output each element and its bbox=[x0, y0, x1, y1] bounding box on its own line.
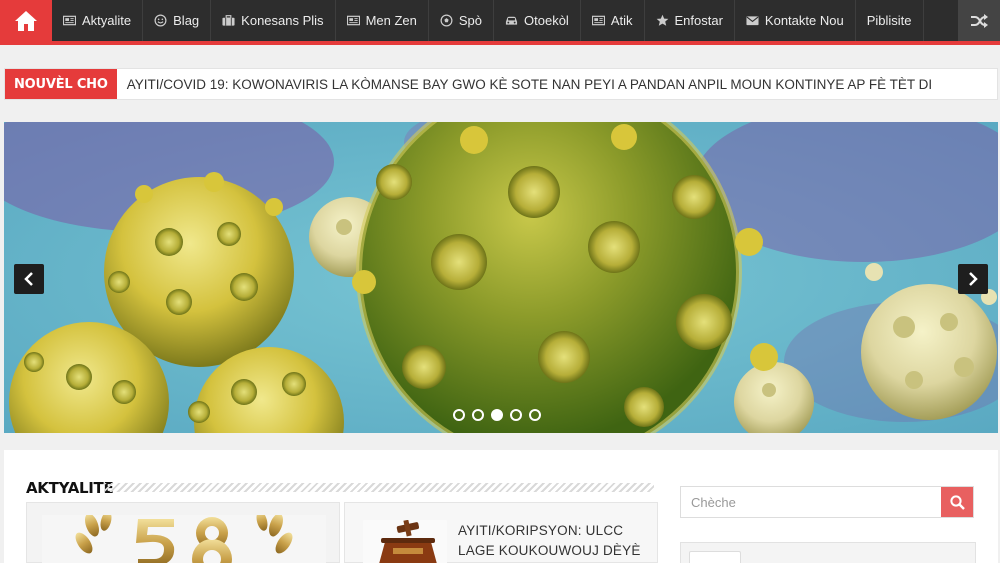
search-button[interactable] bbox=[941, 487, 973, 517]
slider-dot[interactable] bbox=[453, 409, 465, 421]
slider-dot[interactable] bbox=[529, 409, 541, 421]
section-title-divider bbox=[104, 483, 654, 492]
newspaper-icon bbox=[346, 14, 360, 27]
article-list-item[interactable]: AYITI/KORIPSYON: ULCC LAGE KOUKOUWOUJ DÈ… bbox=[344, 502, 658, 563]
slide-image[interactable] bbox=[4, 122, 998, 433]
nav-item-konesans-plis[interactable]: Konesans Plis bbox=[211, 0, 336, 41]
sidebar-widget-tab[interactable] bbox=[689, 551, 741, 563]
slider-dot-active[interactable] bbox=[491, 409, 503, 421]
search-input[interactable] bbox=[681, 487, 941, 517]
breaking-news-label: NOUVÈL CHO bbox=[5, 69, 117, 99]
nav-label: Spò bbox=[458, 13, 483, 28]
slider-dot[interactable] bbox=[510, 409, 522, 421]
main-navigation: Aktyalite Blag Konesans Plis Men Zen Spò… bbox=[0, 0, 1000, 45]
article-title[interactable]: AYITI/KORIPSYON: ULCC LAGE KOUKOUWOUJ DÈ… bbox=[458, 521, 648, 563]
chevron-left-icon bbox=[24, 272, 33, 286]
nav-label: Blag bbox=[173, 13, 200, 28]
slider-dot[interactable] bbox=[472, 409, 484, 421]
nav-item-piblisite[interactable]: Piblisite bbox=[856, 0, 924, 41]
nav-item-men-zen[interactable]: Men Zen bbox=[336, 0, 429, 41]
section-title: AKTYALITE bbox=[26, 479, 114, 497]
search-icon bbox=[949, 494, 965, 510]
nav-item-otoekol[interactable]: Otoekòl bbox=[494, 0, 581, 41]
random-article-button[interactable] bbox=[958, 0, 1000, 41]
nav-item-blag[interactable]: Blag bbox=[143, 0, 212, 41]
star-icon bbox=[656, 14, 669, 27]
nav-item-atik[interactable]: Atik bbox=[581, 0, 645, 41]
nav-item-kontakte-nou[interactable]: Kontakte Nou bbox=[735, 0, 856, 41]
main-content: AKTYALITE AYITI/KORIPSYON: ULCC LAGE KOU… bbox=[4, 450, 998, 563]
breaking-news-headline[interactable]: AYITI/COVID 19: KOWONAVIRIS LA KÒMANSE B… bbox=[117, 77, 932, 92]
smiley-icon bbox=[154, 14, 167, 27]
nav-label: Men Zen bbox=[365, 13, 417, 28]
briefcase-icon bbox=[222, 14, 235, 27]
nav-label: Atik bbox=[610, 13, 633, 28]
sidebar-tabs-widget bbox=[680, 542, 976, 563]
nav-item-aktyalite[interactable]: Aktyalite bbox=[52, 0, 144, 41]
nav-label: Aktyalite bbox=[82, 13, 132, 28]
newspaper-icon bbox=[63, 14, 76, 27]
article-thumbnail[interactable] bbox=[363, 520, 447, 563]
soccer-ball-icon bbox=[440, 14, 453, 27]
nav-label: Kontakte Nou bbox=[764, 13, 844, 28]
nav-label: Otoekòl bbox=[524, 13, 569, 28]
nav-item-enfostar[interactable]: Enfostar bbox=[645, 0, 735, 41]
search-form bbox=[680, 486, 974, 518]
breaking-news-ticker: NOUVÈL CHO AYITI/COVID 19: KOWONAVIRIS L… bbox=[4, 68, 998, 100]
featured-article-image[interactable] bbox=[42, 515, 326, 563]
nav-label: Piblisite bbox=[866, 13, 912, 28]
home-button[interactable] bbox=[0, 0, 52, 41]
slider-pagination bbox=[453, 409, 541, 421]
nav-label: Konesans Plis bbox=[241, 13, 324, 28]
chevron-right-icon bbox=[969, 272, 978, 286]
newspaper-icon bbox=[591, 14, 605, 27]
featured-article-card[interactable] bbox=[26, 502, 340, 563]
featured-slider bbox=[4, 122, 998, 433]
justice-gavel-image bbox=[363, 520, 447, 563]
envelope-icon bbox=[746, 14, 759, 27]
home-icon bbox=[15, 10, 37, 31]
slider-prev-button[interactable] bbox=[14, 264, 44, 294]
slider-next-button[interactable] bbox=[958, 264, 988, 294]
car-icon bbox=[505, 14, 518, 27]
nav-label: Enfostar bbox=[674, 13, 723, 28]
nav-item-spo[interactable]: Spò bbox=[429, 0, 495, 41]
shuffle-icon bbox=[971, 13, 988, 28]
